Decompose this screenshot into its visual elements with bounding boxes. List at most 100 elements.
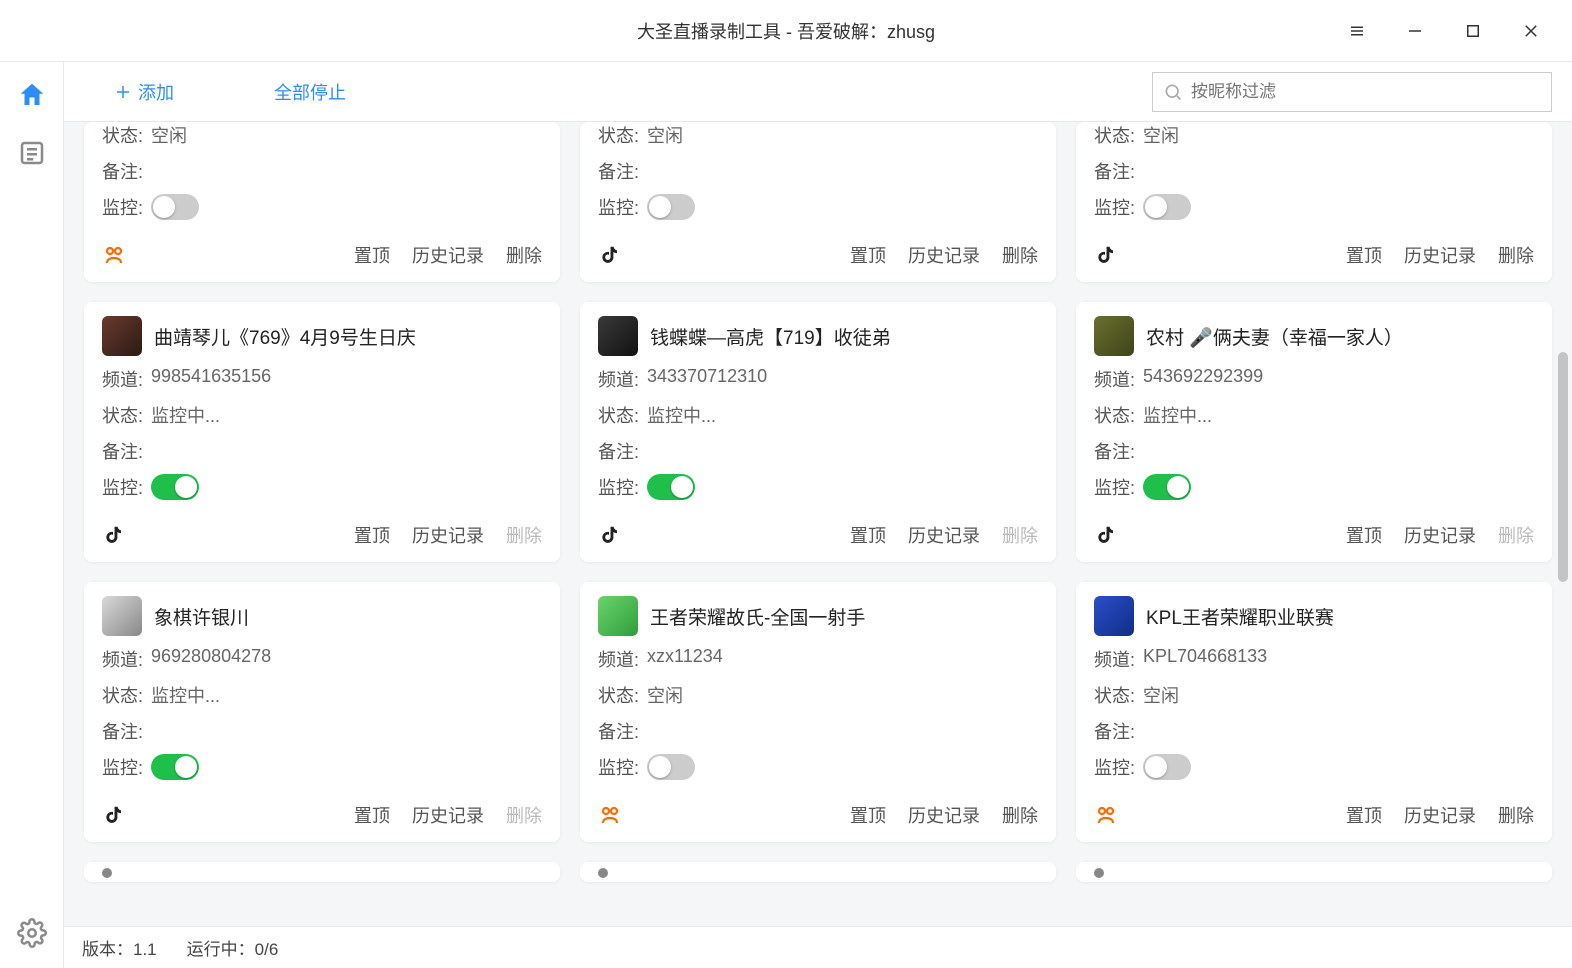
status-row: 状态:空闲	[1094, 122, 1534, 148]
history-button[interactable]: 历史记录	[1404, 242, 1476, 268]
douyin-icon	[1094, 523, 1118, 547]
delete-button: 删除	[506, 802, 542, 828]
remark-row: 备注:	[598, 718, 1038, 744]
monitor-toggle[interactable]	[647, 474, 695, 500]
menu-icon[interactable]	[1342, 16, 1372, 46]
maximize-icon[interactable]	[1458, 16, 1488, 46]
avatar	[102, 868, 112, 878]
history-button[interactable]: 历史记录	[1404, 522, 1476, 548]
history-button[interactable]: 历史记录	[908, 242, 980, 268]
card-header: 农村 🎤俩夫妻（幸福一家人）	[1094, 316, 1534, 356]
stream-card: KPL王者荣耀职业联赛 频道:KPL704668133 状态:空闲 备注: 监控…	[1076, 582, 1552, 842]
version-text: 版本：1.1	[82, 935, 157, 960]
history-button[interactable]: 历史记录	[412, 802, 484, 828]
delete-button[interactable]: 删除	[1002, 802, 1038, 828]
delete-button: 删除	[1498, 522, 1534, 548]
stream-card	[84, 862, 560, 882]
window-title: 大圣直播录制工具 - 吾爱破解：zhusg	[637, 18, 935, 44]
card-title: 农村 🎤俩夫妻（幸福一家人）	[1146, 323, 1403, 350]
stream-card: 象棋许银川 频道:969280804278 状态:监控中... 备注: 监控: …	[84, 582, 560, 842]
search-input[interactable]	[1191, 82, 1541, 102]
douyin-icon	[598, 523, 622, 547]
card-footer: 置顶 历史记录 删除	[1094, 236, 1534, 268]
monitor-row: 监控:	[102, 474, 542, 500]
monitor-toggle[interactable]	[151, 754, 199, 780]
stream-card: 状态:空闲 备注: 监控: 置顶 历史记录 删除	[1076, 122, 1552, 282]
douyin-icon	[598, 243, 622, 267]
status-row: 状态:空闲	[598, 682, 1038, 708]
monitor-row: 监控:	[102, 754, 542, 780]
pin-button[interactable]: 置顶	[354, 522, 390, 548]
kuaishou-icon	[1094, 803, 1118, 827]
settings-icon[interactable]	[17, 918, 47, 948]
monitor-toggle[interactable]	[151, 474, 199, 500]
remark-row: 备注:	[1094, 158, 1534, 184]
card-header: 曲靖琴儿《769》4月9号生日庆	[102, 316, 542, 356]
delete-button[interactable]: 删除	[1498, 242, 1534, 268]
stream-card: 钱蝶蝶—高虎【719】收徒弟 频道:343370712310 状态:监控中...…	[580, 302, 1056, 562]
home-icon[interactable]	[17, 80, 47, 110]
history-button[interactable]: 历史记录	[908, 522, 980, 548]
list-icon[interactable]	[17, 138, 47, 168]
channel-value: 998541635156	[151, 366, 271, 392]
status-value: 监控中...	[151, 402, 220, 428]
add-button[interactable]: 添加	[84, 79, 174, 105]
close-icon[interactable]	[1516, 16, 1546, 46]
monitor-toggle[interactable]	[1143, 474, 1191, 500]
channel-row: 频道:xzx11234	[598, 646, 1038, 672]
stream-card	[1076, 862, 1552, 882]
pin-button[interactable]: 置顶	[1346, 242, 1382, 268]
pin-button[interactable]: 置顶	[354, 242, 390, 268]
status-row: 状态:空闲	[102, 122, 542, 148]
monitor-row: 监控:	[598, 754, 1038, 780]
monitor-toggle[interactable]	[1143, 194, 1191, 220]
card-header: 钱蝶蝶—高虎【719】收徒弟	[598, 316, 1038, 356]
statusbar: 版本：1.1 运行中：0/6	[64, 926, 1572, 968]
stream-card: 曲靖琴儿《769》4月9号生日庆 频道:998541635156 状态:监控中.…	[84, 302, 560, 562]
stream-card: 状态:空闲 备注: 监控: 置顶 历史记录 删除	[84, 122, 560, 282]
status-value: 空闲	[647, 682, 683, 708]
pin-button[interactable]: 置顶	[1346, 522, 1382, 548]
monitor-toggle[interactable]	[647, 754, 695, 780]
card-header: 王者荣耀故氏-全国一射手	[598, 596, 1038, 636]
delete-button[interactable]: 删除	[506, 242, 542, 268]
history-button[interactable]: 历史记录	[908, 802, 980, 828]
pin-button[interactable]: 置顶	[354, 802, 390, 828]
channel-value: 969280804278	[151, 646, 271, 672]
history-button[interactable]: 历史记录	[1404, 802, 1476, 828]
card-title: 象棋许银川	[154, 603, 249, 630]
card-footer: 置顶 历史记录 删除	[102, 796, 542, 828]
status-value: 空闲	[151, 122, 187, 148]
delete-button[interactable]: 删除	[1002, 242, 1038, 268]
status-row: 状态:空闲	[598, 122, 1038, 148]
channel-value: 343370712310	[647, 366, 767, 392]
status-row: 状态:监控中...	[102, 682, 542, 708]
scrollbar-thumb[interactable]	[1558, 352, 1568, 582]
status-row: 状态:监控中...	[102, 402, 542, 428]
delete-button[interactable]: 删除	[1498, 802, 1534, 828]
monitor-toggle[interactable]	[1143, 754, 1191, 780]
status-value: 监控中...	[647, 402, 716, 428]
card-footer: 置顶 历史记录 删除	[598, 236, 1038, 268]
pin-button[interactable]: 置顶	[850, 242, 886, 268]
history-button[interactable]: 历史记录	[412, 522, 484, 548]
channel-row: 频道:KPL704668133	[1094, 646, 1534, 672]
avatar	[598, 316, 638, 356]
minimize-icon[interactable]	[1400, 16, 1430, 46]
pin-button[interactable]: 置顶	[1346, 802, 1382, 828]
card-footer: 置顶 历史记录 删除	[598, 516, 1038, 548]
card-header: KPL王者荣耀职业联赛	[1094, 596, 1534, 636]
titlebar: 大圣直播录制工具 - 吾爱破解：zhusg	[0, 0, 1572, 62]
search-input-wrap[interactable]	[1152, 72, 1552, 112]
remark-row: 备注:	[1094, 718, 1534, 744]
douyin-icon	[102, 803, 126, 827]
history-button[interactable]: 历史记录	[412, 242, 484, 268]
monitor-toggle[interactable]	[647, 194, 695, 220]
avatar	[102, 596, 142, 636]
monitor-toggle[interactable]	[151, 194, 199, 220]
pin-button[interactable]: 置顶	[850, 802, 886, 828]
pin-button[interactable]: 置顶	[850, 522, 886, 548]
card-title: 钱蝶蝶—高虎【719】收徒弟	[650, 323, 891, 350]
card-footer: 置顶 历史记录 删除	[102, 236, 542, 268]
stop-all-button[interactable]: 全部停止	[214, 79, 346, 105]
